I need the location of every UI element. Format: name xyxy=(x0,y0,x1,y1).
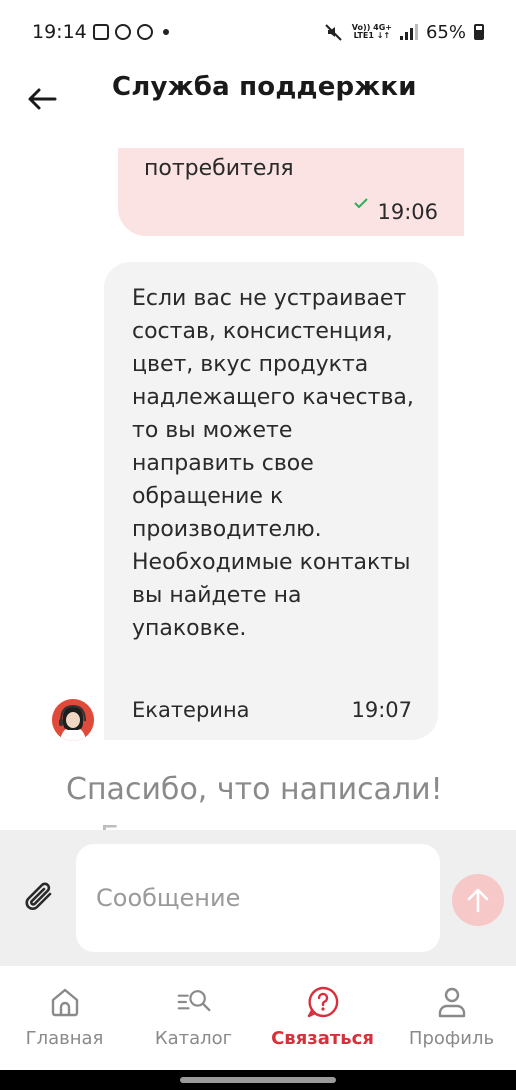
network-bottom-text: LTE1 ↓↑ xyxy=(353,31,391,40)
nav-label-contact: Связаться xyxy=(271,1028,374,1049)
nav-item-profile[interactable]: Профиль xyxy=(387,966,516,1070)
avatar xyxy=(52,699,94,741)
profile-icon xyxy=(434,984,470,1020)
mute-icon xyxy=(325,24,342,41)
message-input[interactable] xyxy=(76,844,440,952)
page-title: Служба поддержки xyxy=(112,72,417,102)
more-notifications-dot-icon xyxy=(162,29,169,35)
status-right: Vo)) 4G+ LTE1 ↓↑ 65% xyxy=(324,22,484,43)
signal-icon xyxy=(399,24,418,40)
paperclip-icon xyxy=(25,882,52,910)
outgoing-message-text: потребителя xyxy=(144,156,294,181)
send-button[interactable] xyxy=(452,874,504,926)
status-bar: 19:14 Vo)) 4G+ LTE1 ↓↑ 65% xyxy=(0,0,516,64)
battery-icon xyxy=(474,24,484,40)
status-time: 19:14 xyxy=(32,21,87,43)
nav-label-catalog: Каталог xyxy=(154,1028,233,1049)
network-indicator: Vo)) 4G+ LTE1 ↓↑ xyxy=(352,24,392,40)
bottom-navigation: Главная Каталог Связаться Профиль xyxy=(0,966,516,1070)
system-message-next: Г xyxy=(100,820,118,830)
outgoing-message: потребителя 19:06 xyxy=(118,148,464,236)
catalog-search-icon xyxy=(176,984,212,1020)
battery-percent: 65% xyxy=(425,21,466,43)
app-header: Служба поддержки xyxy=(0,64,516,148)
check-icon xyxy=(354,198,368,208)
record-notification-icon xyxy=(114,24,131,40)
help-chat-icon xyxy=(305,984,341,1020)
nav-label-profile: Профиль xyxy=(408,1028,495,1049)
nav-item-home[interactable]: Главная xyxy=(0,966,129,1070)
system-navigation-bar xyxy=(0,1070,516,1090)
nav-label-home: Главная xyxy=(25,1028,104,1049)
incoming-message: Если вас не устраивает состав, консистен… xyxy=(104,262,438,740)
incoming-message-time: 19:07 xyxy=(351,698,412,722)
home-gesture-handle[interactable] xyxy=(180,1077,336,1083)
nav-item-catalog[interactable]: Каталог xyxy=(129,966,258,1070)
outgoing-message-time: 19:06 xyxy=(377,200,438,224)
operator-avatar-icon xyxy=(52,699,94,741)
system-message: Спасибо, что написали! xyxy=(66,772,443,807)
chat-history[interactable]: потребителя 19:06 Если вас не устраивает… xyxy=(0,148,516,830)
message-composer xyxy=(0,830,516,966)
arrow-left-icon xyxy=(28,88,57,110)
home-icon xyxy=(47,984,83,1020)
attach-button[interactable] xyxy=(18,874,62,922)
message-author: Екатерина xyxy=(132,698,250,722)
incoming-message-text: Если вас не устраивает состав, консистен… xyxy=(132,286,414,641)
status-left: 19:14 xyxy=(32,21,169,43)
app-notification-icon xyxy=(136,24,153,40)
back-button[interactable] xyxy=(22,74,62,124)
arrow-up-icon xyxy=(467,888,489,913)
nav-item-contact[interactable]: Связаться xyxy=(258,966,387,1070)
gallery-notification-icon xyxy=(92,24,109,40)
